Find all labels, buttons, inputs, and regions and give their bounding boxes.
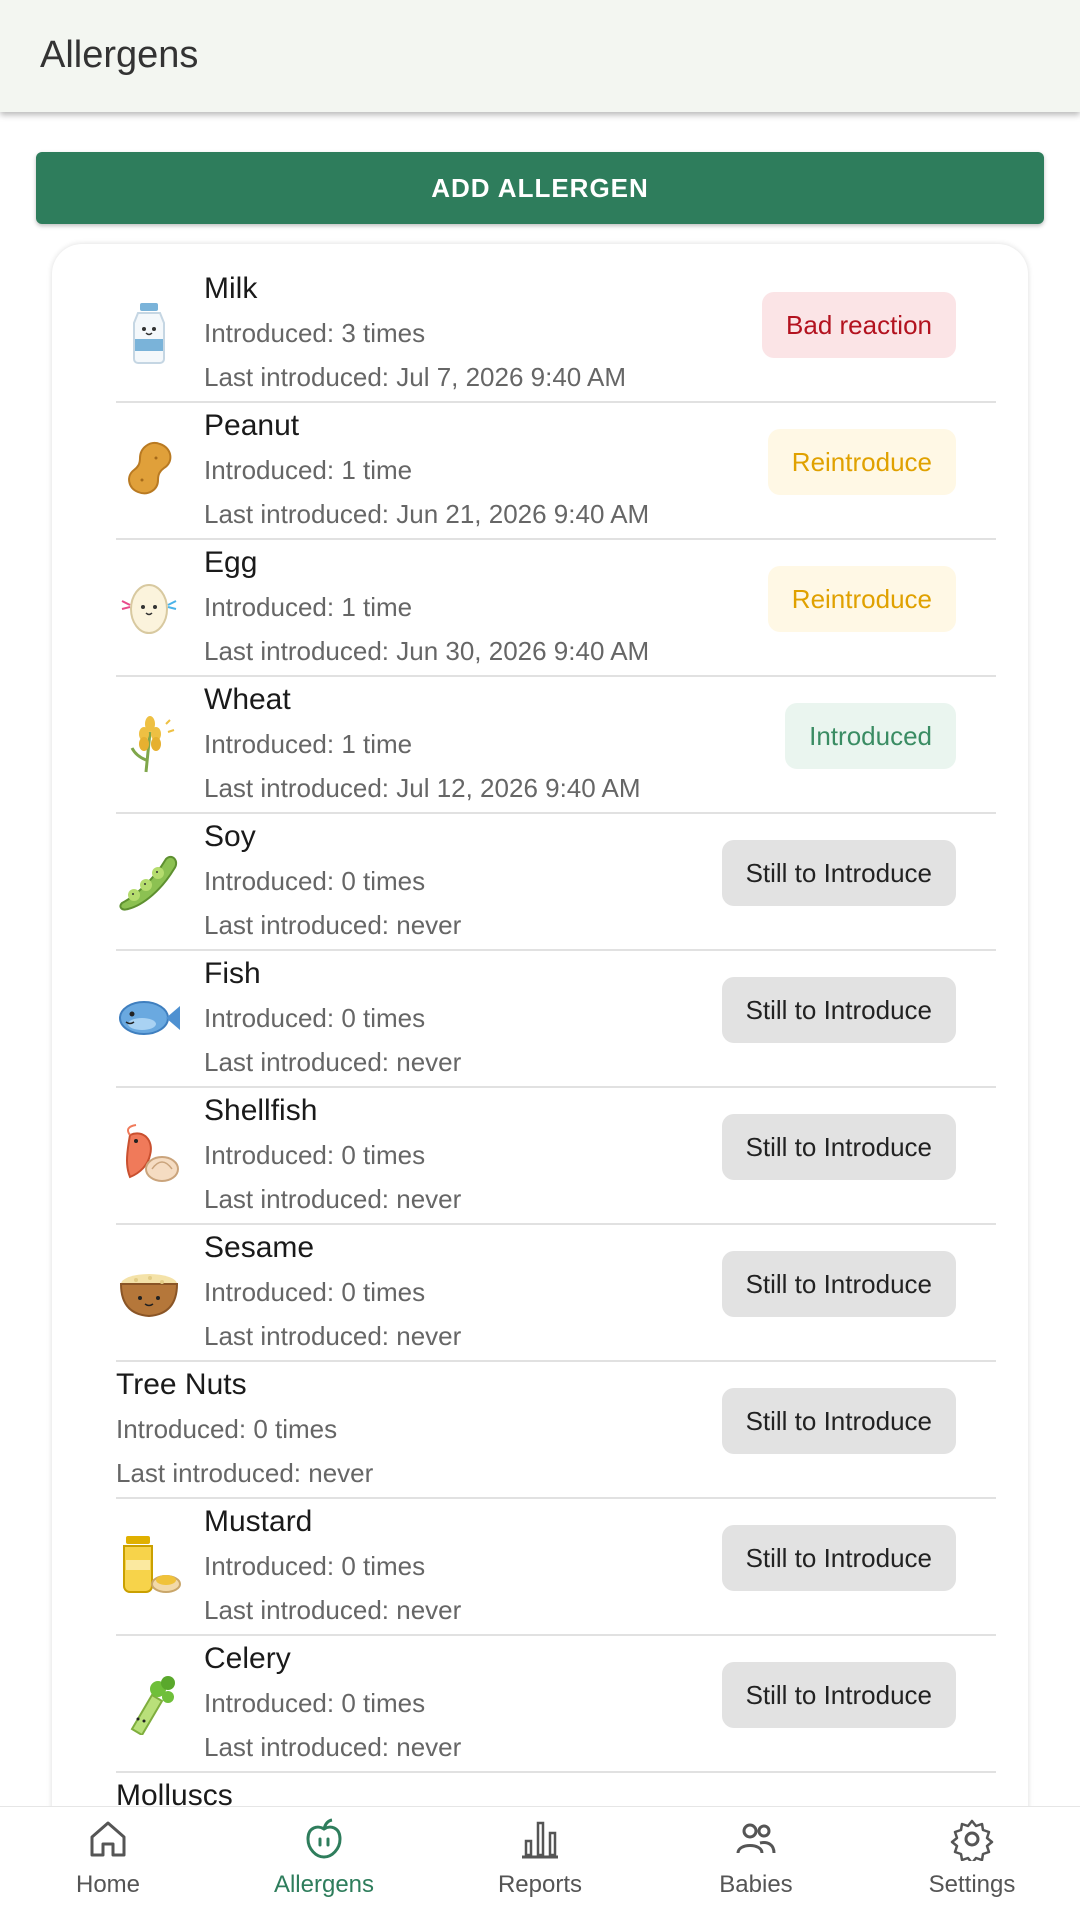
nav-label: Settings [928,1871,1016,1898]
last-introduced: Last introduced: never [204,1732,462,1762]
status-badge[interactable]: Still to Introduce [721,1662,956,1728]
allergen-row-mustard[interactable]: Mustard Introduced: 0 times Last introdu… [116,1499,996,1636]
introduced-count: Introduced: 1 time [204,729,413,759]
last-introduced: Last introduced: Jul 7, 2026 9:40 AM [204,362,627,392]
introduced-count: Introduced: 0 times [116,1414,338,1444]
allergen-list-card: Milk Introduced: 3 times Last introduced… [52,244,1028,1904]
allergen-name: Mustard [204,1505,313,1538]
last-introduced: Last introduced: never [204,1321,462,1351]
introduced-count: Introduced: 0 times [204,1277,426,1307]
allergen-list: Milk Introduced: 3 times Last introduced… [116,266,996,1904]
nav-label: Babies [719,1871,793,1898]
allergen-row-tree-nuts[interactable]: Tree Nuts Introduced: 0 times Last intro… [116,1362,996,1499]
egg-icon [116,573,182,639]
introduced-count: Introduced: 0 times [204,1003,426,1033]
allergen-name: Milk [204,272,258,305]
introduced-count: Introduced: 0 times [204,866,426,896]
status-badge[interactable]: Still to Introduce [721,977,956,1043]
status-badge[interactable]: Still to Introduce [721,1251,956,1317]
allergen-row-milk[interactable]: Milk Introduced: 3 times Last introduced… [116,266,996,403]
last-introduced: Last introduced: never [204,1595,462,1625]
milk-bottle-icon [116,299,182,365]
status-badge[interactable]: Reintroduce [767,429,956,495]
shrimp-shell-icon [116,1121,182,1187]
page-title: Allergens [40,34,199,76]
app-bar: Allergens [0,0,1080,112]
fish-icon [116,984,182,1050]
nav-reports[interactable]: Reports [432,1817,648,1917]
nav-label: Allergens [273,1871,375,1898]
nav-settings[interactable]: Settings [864,1817,1080,1917]
allergen-name: Peanut [204,409,300,442]
celery-icon [116,1669,182,1735]
wheat-icon [116,710,182,776]
last-introduced: Last introduced: Jun 30, 2026 9:40 AM [204,636,650,666]
allergen-row-sesame[interactable]: Sesame Introduced: 0 times Last introduc… [116,1225,996,1362]
allergen-row-celery[interactable]: Celery Introduced: 0 times Last introduc… [116,1636,996,1773]
allergen-name: Fish [204,957,261,990]
people-icon [736,1823,776,1854]
nav-babies[interactable]: Babies [648,1817,864,1917]
last-introduced: Last introduced: Jun 21, 2026 9:40 AM [204,499,650,529]
allergen-name: Egg [204,546,258,579]
allergen-name: Soy [204,820,256,853]
sesame-bowl-icon [116,1258,182,1324]
nav-home[interactable]: Home [0,1817,216,1917]
peanut-icon [116,436,182,502]
introduced-count: Introduced: 1 time [204,592,413,622]
status-badge[interactable]: Still to Introduce [721,1388,956,1454]
bottom-navigation: Home Allergens Reports Babies Settings [0,1806,1080,1921]
allergen-row-fish[interactable]: Fish Introduced: 0 times Last introduced… [116,951,996,1088]
nav-label: Home [75,1871,141,1898]
status-badge[interactable]: Still to Introduce [721,840,956,906]
nav-allergens[interactable]: Allergens [216,1817,432,1917]
add-allergen-button[interactable]: ADD ALLERGEN [36,152,1044,224]
introduced-count: Introduced: 0 times [204,1551,426,1581]
last-introduced: Last introduced: never [204,910,462,940]
allergen-row-wheat[interactable]: Wheat Introduced: 1 time Last introduced… [116,677,996,814]
bar-chart-icon [522,1821,558,1859]
allergen-name: Tree Nuts [116,1368,247,1401]
mustard-jar-icon [116,1532,182,1598]
last-introduced: Last introduced: never [204,1047,462,1077]
allergen-row-soy[interactable]: Soy Introduced: 0 times Last introduced:… [116,814,996,951]
home-icon [90,1821,126,1857]
status-badge[interactable]: Still to Introduce [721,1114,956,1180]
last-introduced: Last introduced: Jul 12, 2026 9:40 AM [204,773,641,803]
introduced-count: Introduced: 1 time [204,455,413,485]
introduced-count: Introduced: 3 times [204,318,426,348]
soybean-pod-icon [116,847,182,913]
nav-label: Reports [497,1871,583,1898]
allergen-name: Wheat [204,683,291,716]
last-introduced: Last introduced: never [116,1458,374,1488]
status-badge[interactable]: Bad reaction [762,292,956,358]
allergen-name: Shellfish [204,1094,318,1127]
allergen-name: Sesame [204,1231,315,1264]
allergen-row-peanut[interactable]: Peanut Introduced: 1 time Last introduce… [116,403,996,540]
introduced-count: Introduced: 0 times [204,1688,426,1718]
allergen-row-shellfish[interactable]: Shellfish Introduced: 0 times Last intro… [116,1088,996,1225]
allergen-name: Celery [204,1642,291,1675]
allergen-row-egg[interactable]: Egg Introduced: 1 time Last introduced: … [116,540,996,677]
status-badge[interactable]: Still to Introduce [721,1525,956,1591]
introduced-count: Introduced: 0 times [204,1140,426,1170]
status-badge[interactable]: Reintroduce [767,566,956,632]
gear-icon [950,1819,994,1861]
status-badge[interactable]: Introduced [785,703,956,769]
apple-icon [306,1818,342,1859]
last-introduced: Last introduced: never [204,1184,462,1214]
